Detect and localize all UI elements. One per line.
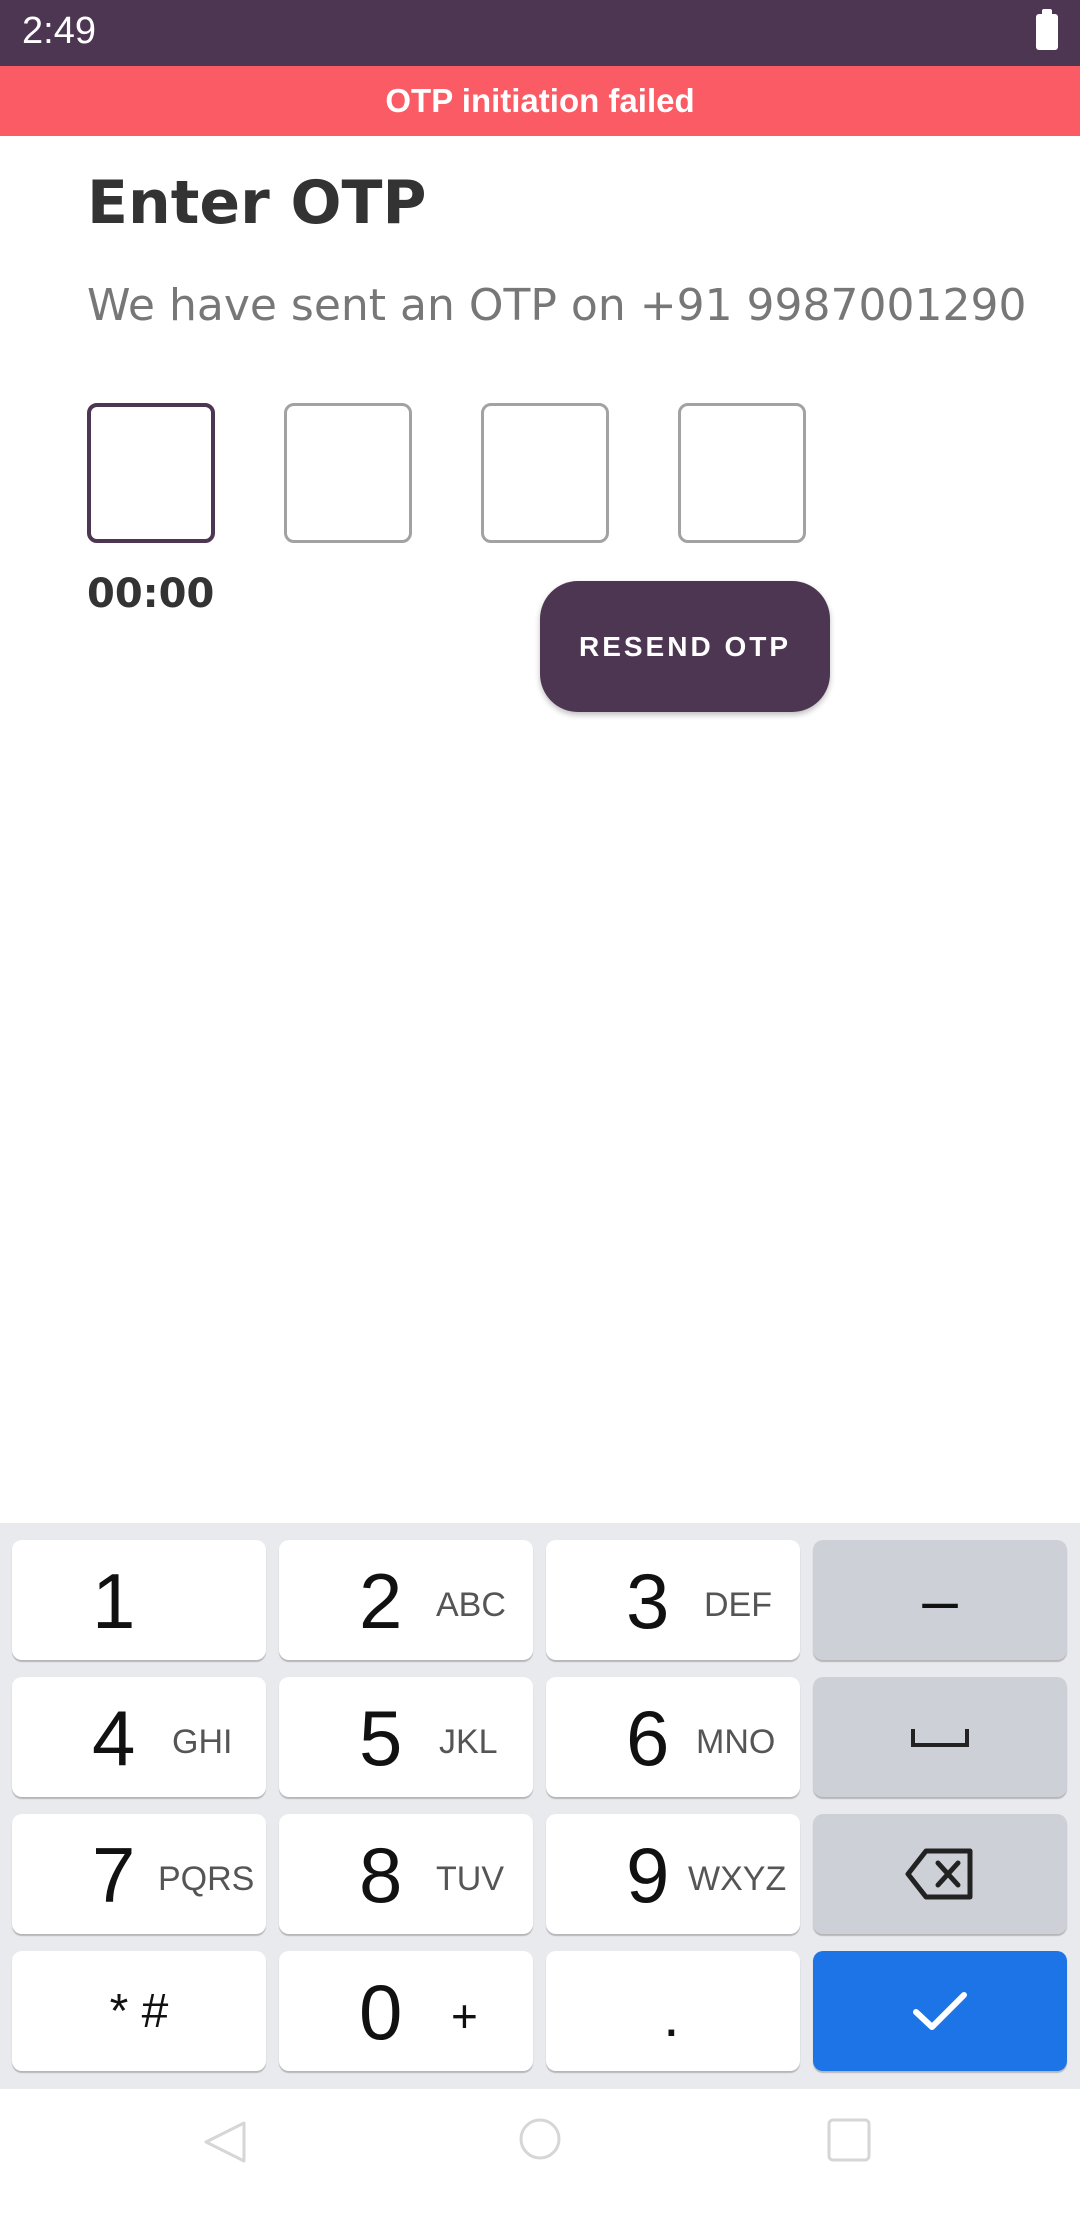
- otp-digit-2-input[interactable]: [284, 403, 412, 543]
- backspace-icon: [813, 1814, 1067, 1934]
- status-time: 2:49: [22, 10, 96, 52]
- key-space[interactable]: [813, 1677, 1067, 1797]
- back-icon[interactable]: [200, 2117, 250, 2167]
- key-1[interactable]: 1: [12, 1540, 266, 1660]
- status-bar: 2:49: [0, 0, 1080, 66]
- key-digit: 4: [92, 1694, 136, 1782]
- checkmark-icon: [813, 1951, 1067, 2071]
- key-digit: 1: [92, 1557, 136, 1645]
- battery-icon: [1036, 9, 1058, 50]
- key-minus[interactable]: –: [813, 1540, 1067, 1660]
- otp-digit-1-input[interactable]: [87, 403, 215, 543]
- key-period[interactable]: .: [546, 1951, 800, 2071]
- otp-timer: 00:00: [87, 571, 215, 617]
- key-letters: GHI: [172, 1723, 233, 1761]
- key-digit: 8: [359, 1831, 403, 1919]
- key-4[interactable]: 4 GHI: [12, 1677, 266, 1797]
- key-letters: JKL: [439, 1723, 498, 1761]
- key-digit: 5: [359, 1694, 403, 1782]
- recents-icon[interactable]: [826, 2117, 872, 2163]
- key-digit: 0: [359, 1968, 403, 2056]
- key-8[interactable]: 8 TUV: [279, 1814, 533, 1934]
- otp-digit-4-input[interactable]: [678, 403, 806, 543]
- key-minus-label: –: [922, 1564, 958, 1636]
- key-plus: +: [451, 1990, 478, 2042]
- navigation-bar: [0, 2089, 1080, 2220]
- key-digit: 9: [626, 1831, 670, 1919]
- key-period-label: .: [663, 1982, 680, 2049]
- key-2[interactable]: 2 ABC: [279, 1540, 533, 1660]
- otp-digit-3-input[interactable]: [481, 403, 609, 543]
- key-9[interactable]: 9 WXYZ: [546, 1814, 800, 1934]
- key-5[interactable]: 5 JKL: [279, 1677, 533, 1797]
- key-digit: 3: [626, 1557, 670, 1645]
- resend-otp-button[interactable]: RESEND OTP: [540, 581, 830, 712]
- key-6[interactable]: 6 MNO: [546, 1677, 800, 1797]
- key-star-hash[interactable]: * #: [12, 1951, 266, 2071]
- key-letters: PQRS: [158, 1860, 255, 1898]
- key-letters: DEF: [704, 1586, 772, 1624]
- key-letters: ABC: [436, 1586, 506, 1624]
- otp-sent-message: We have sent an OTP on +91 9987001290: [87, 280, 1027, 331]
- key-backspace[interactable]: [813, 1814, 1067, 1934]
- key-3[interactable]: 3 DEF: [546, 1540, 800, 1660]
- home-icon[interactable]: [518, 2117, 562, 2161]
- key-letters: TUV: [436, 1860, 504, 1898]
- error-banner: OTP initiation failed: [0, 66, 1080, 136]
- key-done[interactable]: [813, 1951, 1067, 2071]
- space-icon: [813, 1677, 1067, 1797]
- page-title: Enter OTP: [87, 168, 427, 238]
- key-0[interactable]: 0 +: [279, 1951, 533, 2071]
- key-star-hash-label: * #: [109, 1984, 169, 2038]
- key-digit: 2: [359, 1557, 403, 1645]
- numeric-keyboard: 1 2 ABC 3 DEF – 4 GHI 5 JKL 6 MNO 7 PQRS…: [0, 1523, 1080, 2089]
- key-letters: MNO: [696, 1723, 776, 1761]
- key-letters: WXYZ: [688, 1860, 787, 1898]
- key-digit: 6: [626, 1694, 670, 1782]
- key-7[interactable]: 7 PQRS: [12, 1814, 266, 1934]
- key-digit: 7: [92, 1831, 136, 1919]
